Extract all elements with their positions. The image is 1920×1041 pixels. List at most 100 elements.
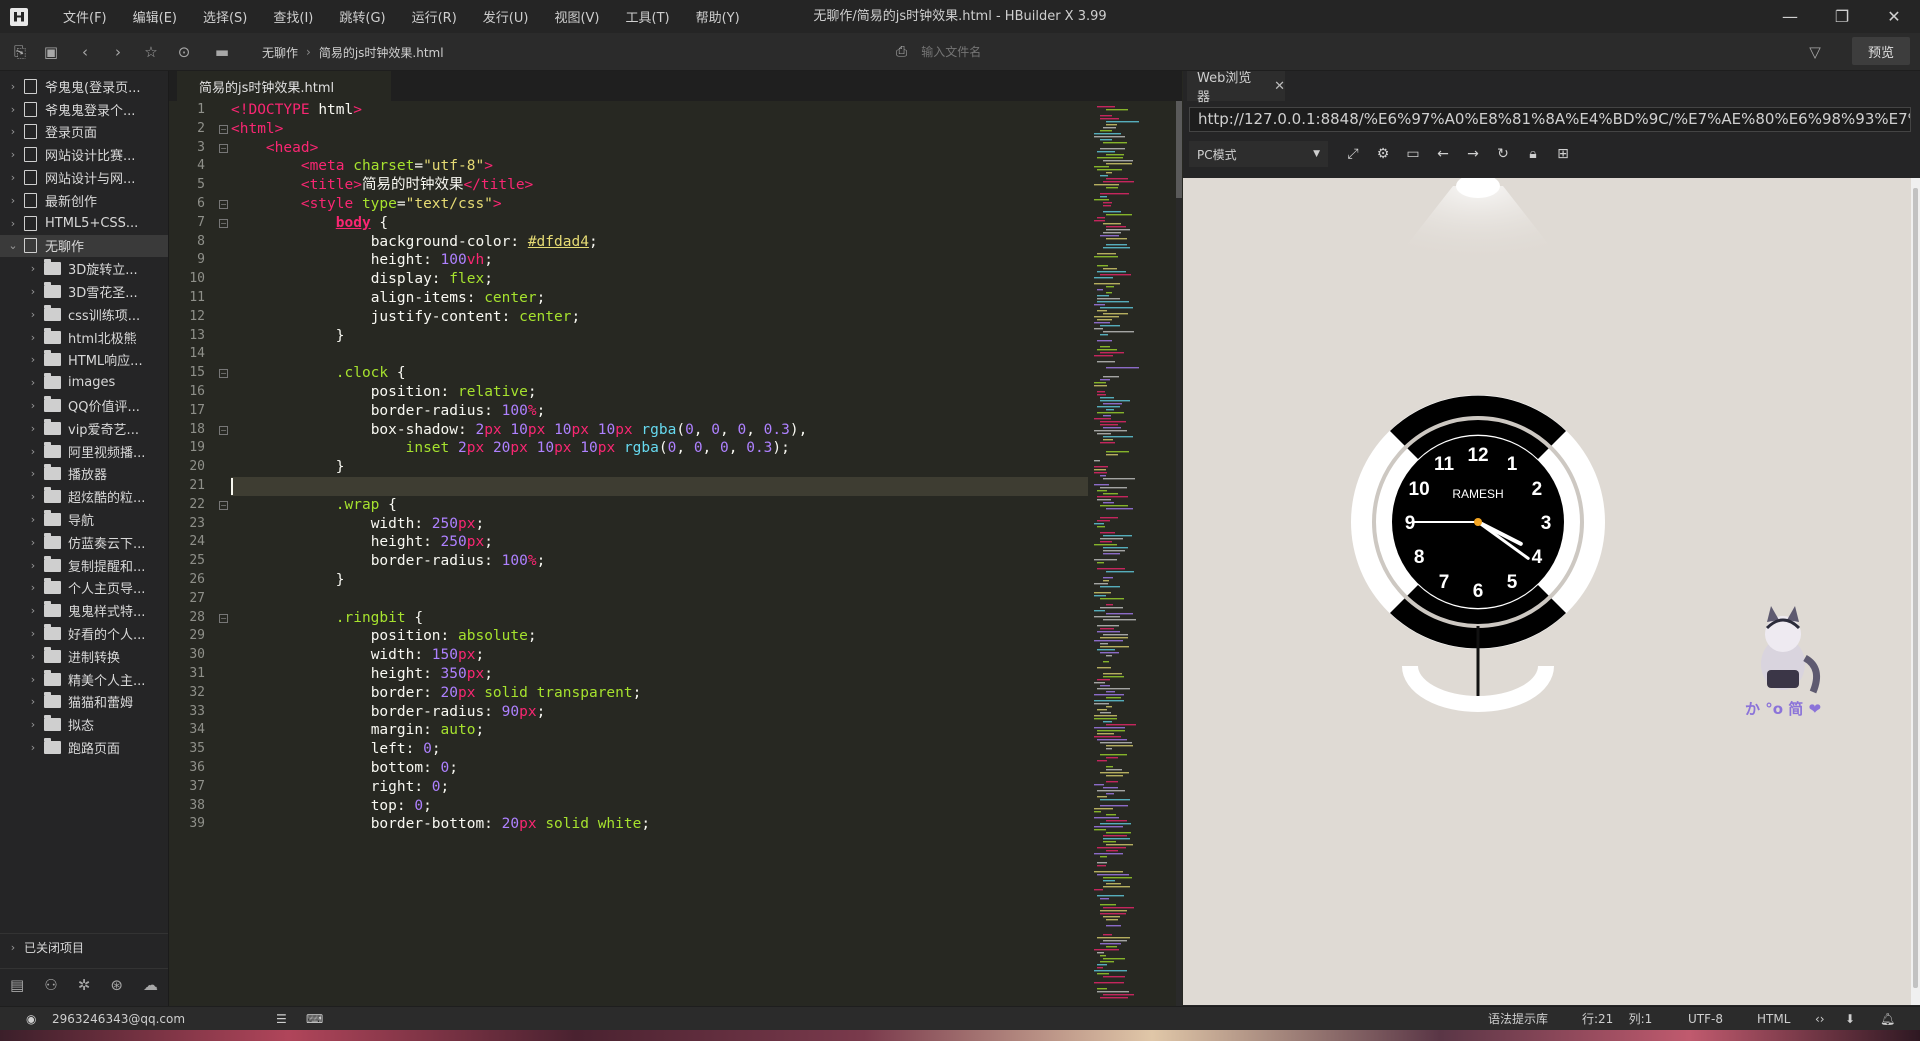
code-line[interactable]: align-items: center; <box>231 289 546 308</box>
editor-scrollbar-thumb[interactable] <box>1176 101 1182 198</box>
chevron-right-icon[interactable]: › <box>28 353 38 366</box>
url-input[interactable]: http://127.0.0.1:8848/%E6%97%A0%E8%81%8A… <box>1189 107 1911 132</box>
tree-project[interactable]: › 网站设计与网... <box>0 166 168 189</box>
fold-toggle-icon[interactable]: − <box>219 200 228 209</box>
device-mode-select[interactable]: PC模式 ▼ <box>1189 141 1328 167</box>
code-line[interactable]: } <box>231 571 345 590</box>
tree-folder[interactable]: › HTML响应... <box>0 349 168 372</box>
menu-item[interactable]: 运行(R) <box>399 7 470 26</box>
chevron-right-icon[interactable]: › <box>28 331 38 344</box>
chevron-right-icon[interactable]: › <box>28 262 38 275</box>
download-icon[interactable]: ⬇ <box>1845 1007 1855 1031</box>
fold-toggle-icon[interactable]: − <box>219 124 228 134</box>
terminal-icon[interactable]: ⌨ <box>306 1007 323 1031</box>
editor-scrollbar[interactable] <box>1176 101 1182 1006</box>
menu-item[interactable]: 编辑(E) <box>120 7 190 26</box>
chevron-right-icon[interactable]: › <box>8 80 18 93</box>
code-line[interactable]: .wrap { <box>231 496 397 515</box>
chevron-right-icon[interactable]: › <box>8 171 18 184</box>
menu-item[interactable]: 帮助(Y) <box>683 7 753 26</box>
code-line[interactable]: <!DOCTYPE html> <box>231 101 362 120</box>
code-line[interactable]: right: 0; <box>231 778 450 797</box>
settings-icon[interactable]: ⚙ <box>1368 144 1398 164</box>
file-encoding[interactable]: UTF-8 <box>1688 1007 1723 1031</box>
minimize-button[interactable]: — <box>1764 0 1816 33</box>
tree-folder[interactable]: › 复制提醒和... <box>0 554 168 577</box>
code-area[interactable]: <!DOCTYPE html> <html> <head> <meta chars… <box>231 101 1086 1006</box>
closed-projects[interactable]: › 已关闭项目 <box>0 933 168 960</box>
plugin-market-icon[interactable]: ⚇ <box>44 976 57 994</box>
fold-toggle-icon[interactable]: − <box>219 143 228 153</box>
code-line[interactable]: body { <box>231 214 388 233</box>
tree-folder[interactable]: › 3D雪花圣... <box>0 280 168 303</box>
code-line[interactable]: <title>简易的时钟效果</title> <box>231 176 533 195</box>
chevron-right-icon[interactable]: › <box>28 376 38 389</box>
chevron-down-icon[interactable]: ⌄ <box>8 239 18 252</box>
code-line[interactable]: border-radius: 90px; <box>231 703 546 722</box>
code-line[interactable]: box-shadow: 2px 10px 10px 10px rgba(0, 0… <box>231 421 808 440</box>
tree-folder[interactable]: › 个人主页导... <box>0 577 168 600</box>
chevron-right-icon[interactable]: › <box>28 445 38 458</box>
tree-project[interactable]: › 网站设计比赛... <box>0 143 168 166</box>
chevron-right-icon[interactable]: › <box>28 581 38 594</box>
lock-icon[interactable]: 🔒︎ <box>1518 144 1548 164</box>
menu-item[interactable]: 文件(F) <box>50 7 120 26</box>
close-icon[interactable]: ✕ <box>1274 79 1285 94</box>
forward-arrow-icon[interactable]: → <box>1458 144 1488 164</box>
chevron-right-icon[interactable]: › <box>28 422 38 435</box>
run-icon[interactable]: ⊙ <box>174 42 194 62</box>
preview-button[interactable]: 预览 <box>1852 37 1910 65</box>
tree-folder[interactable]: › 精美个人主... <box>0 668 168 691</box>
chevron-right-icon[interactable]: › <box>28 673 38 686</box>
project-manager-icon[interactable]: ▤ <box>10 976 24 994</box>
tree-folder[interactable]: › 猫猫和蕾姆 <box>0 691 168 714</box>
code-line[interactable]: position: relative; <box>231 383 537 402</box>
tree-project[interactable]: › 最新创作 <box>0 189 168 212</box>
tree-project[interactable]: ⌄ 无聊作 <box>0 234 168 258</box>
fold-toggle-icon[interactable]: − <box>219 218 228 228</box>
cloud-icon[interactable]: ☁ <box>143 976 158 994</box>
tree-folder[interactable]: › 鬼鬼样式特... <box>0 599 168 622</box>
chevron-right-icon[interactable]: › <box>28 399 38 412</box>
code-line[interactable]: top: 0; <box>231 797 432 816</box>
tree-folder[interactable]: › html北极熊 <box>0 326 168 349</box>
chevron-right-icon[interactable]: › <box>8 217 18 230</box>
filter-icon[interactable]: ▽ <box>1805 42 1825 62</box>
chevron-right-icon[interactable]: › <box>28 741 38 754</box>
code-icon[interactable]: ‹› <box>1815 1007 1825 1031</box>
code-line[interactable]: <html> <box>231 120 283 139</box>
code-line[interactable]: display: flex; <box>231 270 493 289</box>
tree-folder[interactable]: › vip爱奇艺... <box>0 417 168 440</box>
chevron-right-icon[interactable]: › <box>28 559 38 572</box>
tree-folder[interactable]: › images <box>0 371 168 394</box>
menu-item[interactable]: 选择(S) <box>190 7 260 26</box>
chevron-right-icon[interactable]: › <box>8 103 18 116</box>
tree-folder[interactable]: › 3D旋转立... <box>0 257 168 280</box>
chevron-right-icon[interactable]: › <box>28 627 38 640</box>
notification-bell-icon[interactable]: 🔔︎ <box>1880 1007 1895 1031</box>
tree-project[interactable]: › HTML5+CSS... <box>0 212 168 235</box>
tree-project[interactable]: › 爷鬼鬼登录个... <box>0 98 168 121</box>
code-line[interactable]: border-bottom: 20px solid white; <box>231 815 650 834</box>
breadcrumb-project[interactable]: 无聊作 <box>262 44 298 61</box>
tree-folder[interactable]: › 进制转换 <box>0 645 168 668</box>
code-line[interactable]: height: 100vh; <box>231 251 493 270</box>
chevron-right-icon[interactable]: › <box>28 650 38 663</box>
file-search-input[interactable] <box>919 44 1624 60</box>
tree-project[interactable]: › 登录页面 <box>0 121 168 144</box>
code-line[interactable]: <style type="text/css"> <box>231 195 502 214</box>
fold-toggle-icon[interactable]: − <box>219 369 228 379</box>
chevron-right-icon[interactable]: › <box>28 604 38 617</box>
chevron-right-icon[interactable]: › <box>8 125 18 138</box>
chevron-right-icon[interactable]: › <box>8 148 18 161</box>
code-line[interactable]: border-radius: 100%; <box>231 402 546 421</box>
tree-folder[interactable]: › 跑路页面 <box>0 736 168 759</box>
code-line[interactable]: border: 20px solid transparent; <box>231 684 642 703</box>
chevron-right-icon[interactable]: › <box>28 536 38 549</box>
chevron-right-icon[interactable]: › <box>8 194 18 207</box>
debug-icon[interactable]: ✲ <box>78 976 91 994</box>
code-line[interactable]: } <box>231 458 345 477</box>
back-arrow-icon[interactable]: ← <box>1428 144 1458 164</box>
chevron-right-icon[interactable]: › <box>28 513 38 526</box>
fold-toggle-icon[interactable]: − <box>219 613 228 623</box>
